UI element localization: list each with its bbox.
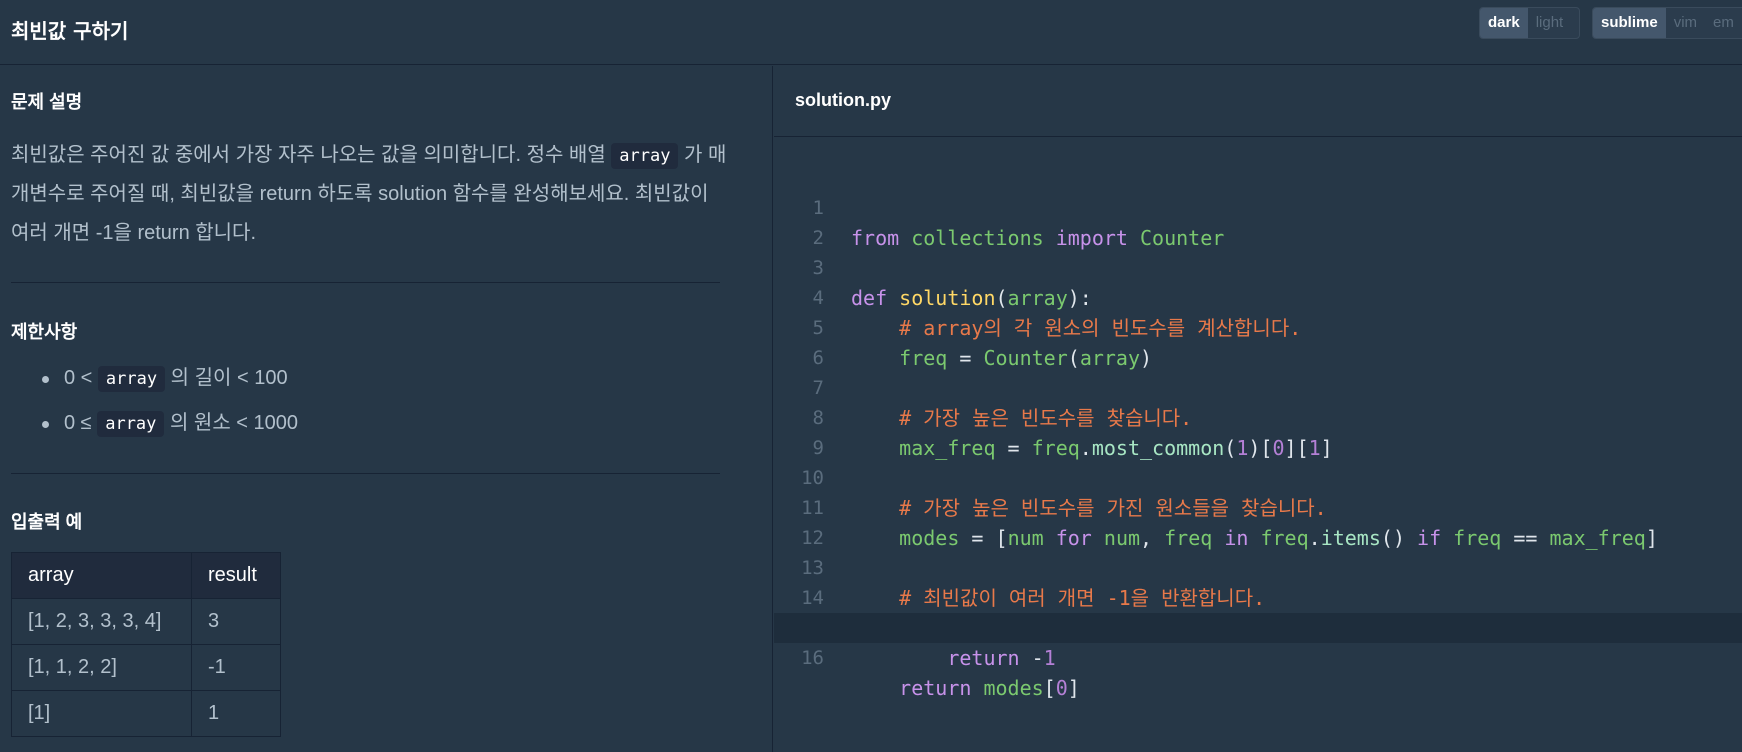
code-line[interactable]: 3 def solution(array): [774, 223, 1742, 310]
code-editor[interactable]: 1 from collections import Counter 2 3 de… [774, 163, 1742, 700]
table-header-cell: array [11, 552, 192, 599]
table-cell: 1 [191, 690, 281, 737]
section-divider [11, 473, 720, 474]
table-header-cell: result [191, 552, 281, 599]
theme-dark-option[interactable]: dark [1480, 8, 1528, 38]
code-line[interactable]: 7 # 가장 높은 빈도수를 찾습니다. [774, 343, 1742, 430]
code-line[interactable]: 10 # 가장 높은 빈도수를 가진 원소들을 찾습니다. [774, 433, 1742, 520]
inline-code: array [97, 411, 165, 437]
code-line-active[interactable]: 16 return modes[0] [774, 613, 1742, 700]
code-line[interactable]: 12 [774, 493, 1742, 549]
code-line[interactable]: 13 # 최빈값이 여러 개면 -1을 반환합니다. [774, 523, 1742, 610]
code-line[interactable]: 14 if len(modes) > 1: [774, 553, 1742, 640]
table-cell: [1] [11, 690, 192, 737]
list-item: 0 ≤ array 의 원소 < 1000 [42, 403, 298, 448]
line-number: 16 [801, 647, 824, 669]
code-line[interactable]: 8 max_freq = freq.most_common(1)[0][1] [774, 373, 1742, 460]
keymap-emacs-option[interactable]: em [1705, 8, 1742, 38]
editor-panel: solution.py 1 from collections import Co… [774, 66, 1742, 752]
code-line[interactable]: 6 [774, 313, 1742, 369]
theme-light-option[interactable]: light [1528, 8, 1572, 38]
code-line[interactable]: 9 [774, 403, 1742, 459]
table-row: [1, 1, 2, 2] -1 [11, 644, 281, 691]
section-divider [11, 282, 720, 283]
table-cell: [1, 1, 2, 2] [11, 644, 192, 691]
table-cell: 3 [191, 598, 281, 645]
code-line[interactable]: 2 [774, 193, 1742, 249]
page-title: 최빈값 구하기 [11, 19, 129, 43]
description-text: 최빈값은 주어진 값 중에서 가장 자주 나오는 값을 의미합니다. 정수 배열… [11, 143, 727, 244]
table-row: [1, 2, 3, 3, 3, 4] 3 [11, 598, 281, 645]
keymap-vim-option[interactable]: vim [1666, 8, 1705, 38]
problem-panel: 문제 설명 최빈값은 주어진 값 중에서 가장 자주 나오는 값을 의미합니다.… [0, 66, 773, 752]
keymap-sublime-option[interactable]: sublime [1593, 8, 1666, 38]
code-line[interactable]: 15 return -1 [774, 583, 1742, 670]
file-tab[interactable]: solution.py [795, 90, 891, 111]
keymap-toggle: sublime vim em [1592, 7, 1742, 39]
code-line[interactable]: 1 from collections import Counter [774, 163, 1742, 250]
inline-code: array [97, 366, 166, 392]
examples-heading: 입출력 예 [11, 512, 83, 532]
table-row: [1] 1 [11, 690, 281, 737]
code-line[interactable]: 4 # array의 각 원소의 빈도수를 계산합니다. [774, 253, 1742, 340]
theme-toggle: dark light [1479, 7, 1580, 39]
table-cell: -1 [191, 644, 281, 691]
code-line[interactable]: 11 modes = [num for num, freq in freq.it… [774, 463, 1742, 550]
constraints-heading: 제한사항 [11, 322, 78, 342]
table-cell: [1, 2, 3, 3, 3, 4] [11, 598, 192, 645]
constraints-list: 0 < array 의 길이 < 100 0 ≤ array 의 원소 < 10… [42, 358, 298, 448]
examples-table: array result [1, 2, 3, 3, 3, 4] 3 [1, 1,… [11, 552, 281, 737]
table-header-row: array result [11, 552, 281, 599]
inline-code: array [611, 143, 679, 169]
editor-divider [774, 136, 1742, 137]
list-item: 0 < array 의 길이 < 100 [42, 358, 298, 403]
code-line[interactable]: 5 freq = Counter(array) [774, 283, 1742, 370]
description-heading: 문제 설명 [11, 92, 83, 112]
top-bar: 최빈값 구하기 dark light sublime vim em [0, 0, 1742, 65]
